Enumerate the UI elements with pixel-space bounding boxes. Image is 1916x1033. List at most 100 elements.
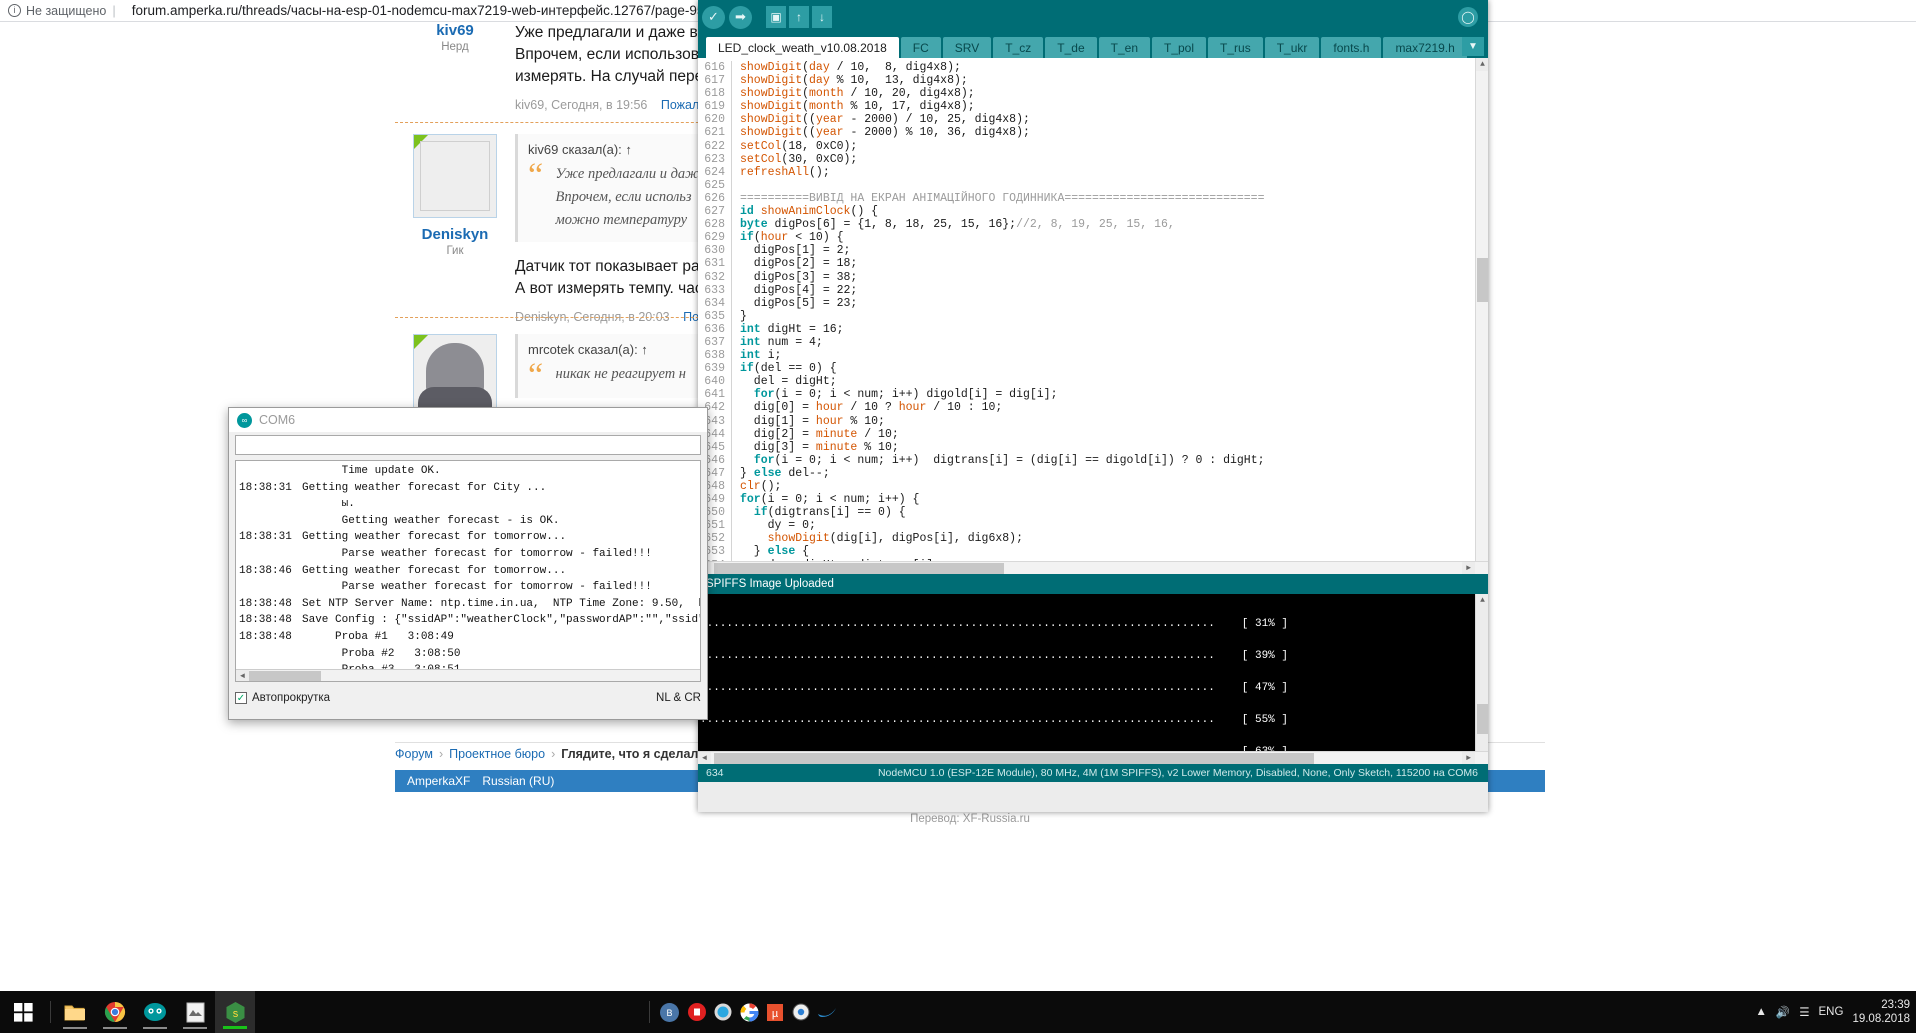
- code-lines: 616 showDigit(day / 10, 8, dig4x8); 617 sho…: [698, 58, 1488, 574]
- windows-start-icon[interactable]: [0, 991, 46, 1033]
- clock[interactable]: 23:39 19.08.2018: [1852, 998, 1910, 1026]
- verify-check-icon[interactable]: ✓: [702, 5, 725, 29]
- scroll-up-icon[interactable]: ▲: [1476, 58, 1488, 71]
- language-chooser[interactable]: Russian (RU): [482, 774, 554, 788]
- settings-gear-icon[interactable]: [788, 1003, 814, 1021]
- code-line: 645 dig[3] = minute % 10;: [698, 440, 1488, 454]
- site-security-indicator[interactable]: i Не защищено: [8, 4, 106, 18]
- volume-icon[interactable]: 🔊: [1776, 1005, 1790, 1019]
- tab-t-de[interactable]: T_de: [1045, 37, 1097, 58]
- code-line: 643 dig[1] = hour % 10;: [698, 414, 1488, 428]
- serial-output-log[interactable]: Time update OK. 18:38:31 Getting weather f…: [235, 460, 701, 682]
- google-icon[interactable]: [736, 1003, 762, 1022]
- avatar[interactable]: [413, 334, 497, 418]
- tab-fonts-h[interactable]: fonts.h: [1321, 37, 1382, 58]
- open-sketch-icon[interactable]: ↑: [789, 6, 809, 28]
- serial-monitor-icon[interactable]: ◯: [1458, 7, 1478, 27]
- notepad-app-icon[interactable]: [175, 991, 215, 1033]
- quote-mark-icon: “: [528, 357, 544, 394]
- scroll-right-icon[interactable]: ►: [1462, 752, 1475, 764]
- console-horizontal-scrollbar[interactable]: ◄ ►: [698, 751, 1488, 764]
- autoscroll-label: Автопрокрутка: [252, 692, 331, 704]
- chrome-icon[interactable]: [95, 991, 135, 1033]
- code-line: 625: [698, 178, 1488, 192]
- tab-led-clock-weath[interactable]: LED_clock_weath_v10.08.2018: [706, 37, 899, 58]
- tab-t-rus[interactable]: T_rus: [1208, 37, 1263, 58]
- tab-t-ukr[interactable]: T_ukr: [1264, 37, 1320, 58]
- console-scroll-thumb[interactable]: [1477, 704, 1488, 734]
- desktop-root: i Не защищено | forum.amperka.ru/threads…: [0, 0, 1916, 1033]
- bird-icon[interactable]: [814, 1005, 840, 1019]
- tab-max7219-h[interactable]: max7219.h: [1383, 37, 1467, 58]
- code-line: 621 showDigit((year - 2000) % 10, 36, dig…: [698, 126, 1488, 140]
- youtube-icon[interactable]: [684, 1003, 710, 1021]
- serial-title-bar[interactable]: ∞ COM6: [229, 408, 707, 432]
- code-line: 647} else del--;: [698, 466, 1488, 480]
- file-explorer-icon[interactable]: [55, 991, 95, 1033]
- sublime-text-icon[interactable]: s: [215, 991, 255, 1033]
- quote-text: никак не реагирует н: [555, 366, 687, 382]
- editor-horizontal-scrollbar[interactable]: ◄ ►: [698, 561, 1488, 574]
- windows-taskbar: s B µ ▲ 🔊 ☰ ENG 23:39 19.08.2018: [0, 991, 1916, 1033]
- post-author-name[interactable]: kiv69: [395, 22, 515, 39]
- editor-hscroll-thumb[interactable]: [714, 563, 1004, 574]
- url-text[interactable]: forum.amperka.ru/threads/часы-на-esp-01-…: [132, 3, 705, 18]
- serial-hscroll-thumb[interactable]: [249, 671, 321, 681]
- tab-t-cz[interactable]: T_cz: [993, 37, 1044, 58]
- tab-srv[interactable]: SRV: [942, 37, 992, 58]
- tab-fc[interactable]: FC: [900, 37, 941, 58]
- show-hidden-icons-chevron[interactable]: ▲: [1755, 1006, 1766, 1018]
- serial-log-line: Parse weather forecast for tomorrow - fa…: [302, 581, 652, 594]
- autoscroll-checkbox[interactable]: ✓: [235, 692, 247, 704]
- code-line: 652 showDigit(dig[i], digPos[i], dig6x8)…: [698, 532, 1488, 546]
- serial-log-line: Parse weather forecast for tomorrow - fa…: [302, 547, 652, 560]
- info-circle-icon: i: [8, 4, 21, 17]
- scroll-left-icon[interactable]: ◄: [236, 670, 249, 681]
- upload-console[interactable]: ........................................…: [698, 594, 1488, 764]
- avatar[interactable]: [413, 134, 497, 218]
- scroll-right-icon[interactable]: ►: [1462, 562, 1475, 574]
- system-tray: ▲ 🔊 ☰ ENG 23:39 19.08.2018: [1755, 998, 1916, 1026]
- utorrent-icon[interactable]: µ: [762, 1003, 788, 1021]
- breadcrumb-item-current[interactable]: Глядите, что я сделал: [561, 747, 698, 761]
- serial-log-line: Proba #2 3:08:50: [302, 647, 461, 660]
- scroll-left-icon[interactable]: ◄: [698, 752, 711, 764]
- serial-horizontal-scrollbar[interactable]: ◄: [236, 669, 700, 681]
- post-author-name[interactable]: Deniskyn: [395, 226, 515, 243]
- tab-t-en[interactable]: T_en: [1098, 37, 1150, 58]
- new-sketch-icon[interactable]: ▣: [766, 6, 786, 28]
- breadcrumb-arrow-icon: ›: [551, 746, 556, 761]
- breadcrumb-item-bureau[interactable]: Проектное бюро: [449, 747, 545, 761]
- serial-log-line: 18:38:48 Save Config : {"ssidAP":"weather…: [239, 614, 700, 627]
- upload-arrow-icon[interactable]: ➡: [729, 5, 752, 29]
- serial-log-line: 18:38:31 Getting weather forecast for tom…: [239, 531, 567, 544]
- security-label: Не защищено: [26, 3, 107, 18]
- editor-scroll-thumb[interactable]: [1477, 258, 1488, 302]
- editor-vertical-scrollbar[interactable]: ▲ ▼: [1475, 58, 1488, 574]
- language-indicator[interactable]: ENG: [1819, 1006, 1844, 1018]
- serial-send-input[interactable]: [235, 435, 701, 455]
- line-ending-select[interactable]: NL & CR: [656, 692, 701, 704]
- code-line: 628 byte digPos[6] = {1, 8, 18, 25, 15, 1…: [698, 218, 1488, 232]
- code-editor[interactable]: 616 showDigit(day / 10, 8, dig4x8); 617 sho…: [698, 58, 1488, 574]
- arduino-ide-window[interactable]: ✓ ➡ ▣ ↑ ↓ ◯ LED_clock_weath_v10.08.2018 …: [698, 0, 1488, 812]
- chevron-down-icon[interactable]: ▼: [1462, 37, 1484, 56]
- ide-status-bar: 634 NodeMCU 1.0 (ESP-12E Module), 80 MHz…: [698, 764, 1488, 782]
- console-line: ........................................…: [700, 618, 1288, 630]
- style-chooser[interactable]: AmperkaXF: [407, 774, 470, 788]
- taskbar-center-group: B µ: [645, 1001, 840, 1023]
- tab-t-pol[interactable]: T_pol: [1152, 37, 1207, 58]
- scroll-up-icon[interactable]: ▲: [1476, 594, 1488, 607]
- code-line: 630 digPos[1] = 2;: [698, 244, 1488, 258]
- serial-monitor-window[interactable]: ∞ COM6 Time update OK. 18:38:31 Getting we…: [228, 407, 708, 720]
- breadcrumb-item-forum[interactable]: Форум: [395, 747, 433, 761]
- vk-icon[interactable]: B: [654, 1002, 684, 1022]
- console-hscroll-thumb[interactable]: [714, 753, 1314, 764]
- skype-icon[interactable]: [710, 1003, 736, 1021]
- network-icon[interactable]: ☰: [1799, 1005, 1809, 1019]
- console-vertical-scrollbar[interactable]: ▲ ▼: [1475, 594, 1488, 764]
- save-sketch-icon[interactable]: ↓: [812, 6, 832, 28]
- arduino-ide-icon[interactable]: [135, 991, 175, 1033]
- code-line: 646 for(i = 0; i < num; i++) digtrans[i]…: [698, 453, 1488, 467]
- ide-toolbar: ✓ ➡ ▣ ↑ ↓ ◯: [698, 0, 1488, 34]
